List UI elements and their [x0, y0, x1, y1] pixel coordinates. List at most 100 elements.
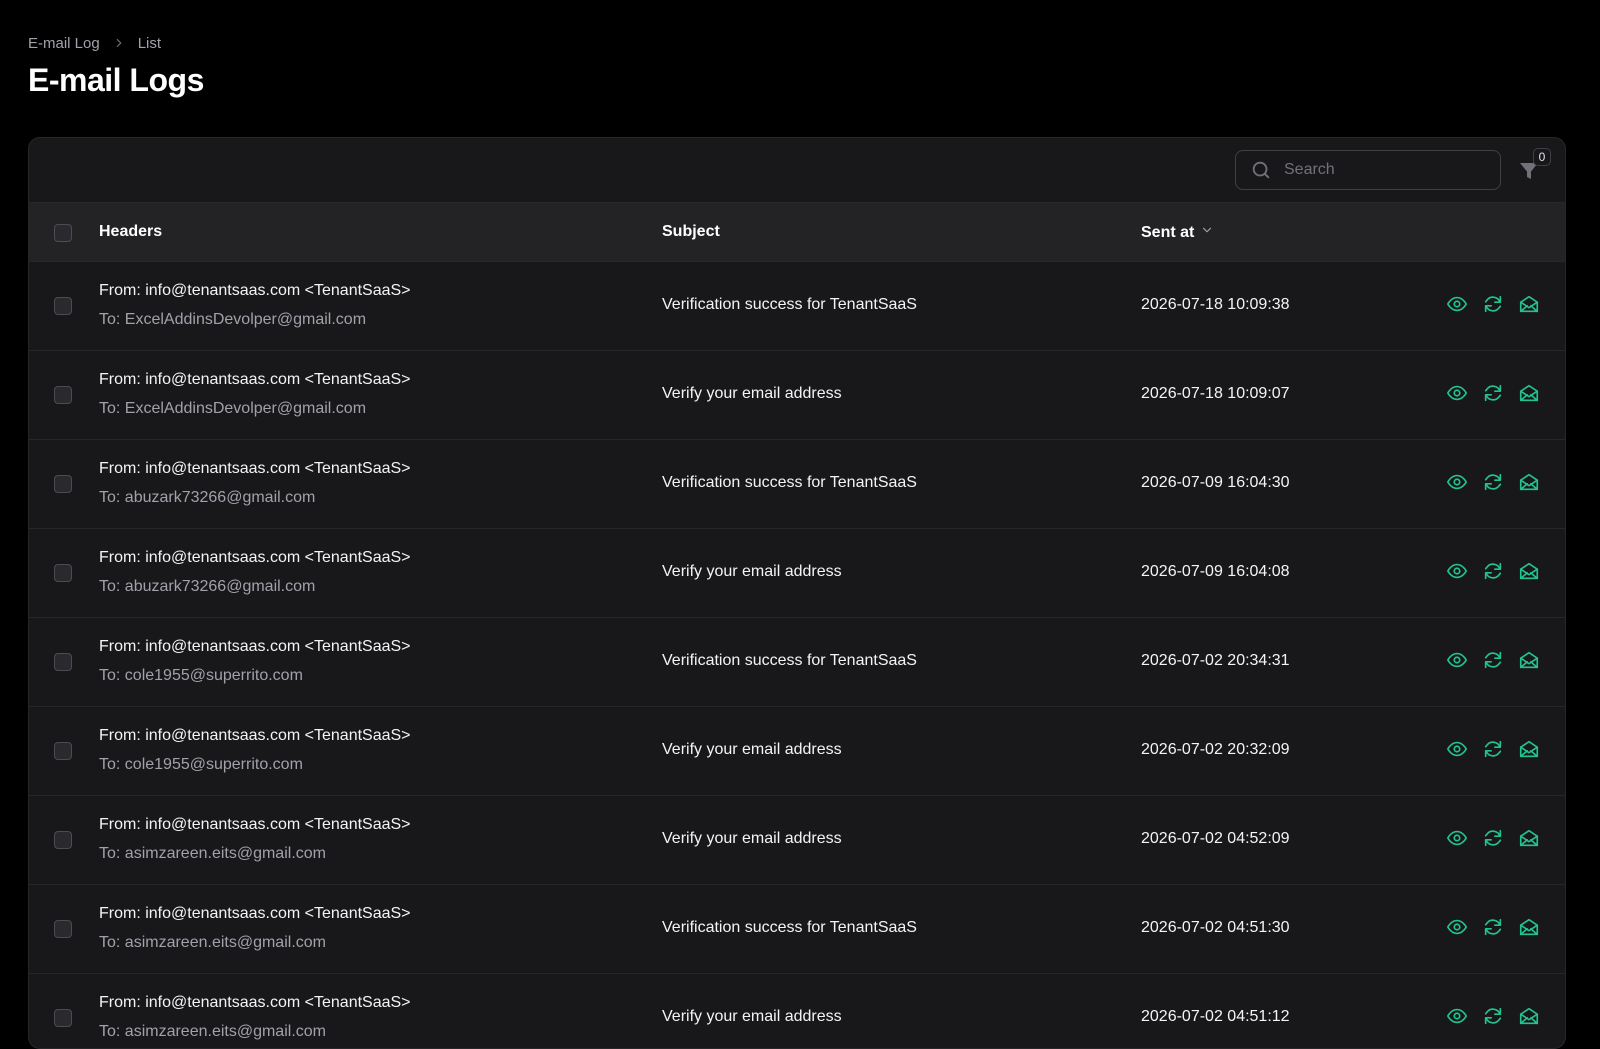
eye-icon — [1447, 563, 1467, 579]
breadcrumb-email-log-link[interactable]: E-mail Log — [28, 35, 100, 52]
table-row: From: info@tenantsaas.com <TenantSaaS> T… — [29, 796, 1565, 885]
view-button[interactable] — [1445, 915, 1469, 939]
table-row: From: info@tenantsaas.com <TenantSaaS> T… — [29, 351, 1565, 440]
resend-button[interactable] — [1481, 470, 1505, 494]
search-input[interactable] — [1282, 160, 1486, 180]
refresh-icon — [1484, 295, 1502, 313]
row-actions — [1445, 381, 1541, 405]
email-sent-at: 2026-07-09 16:04:08 — [1141, 563, 1290, 580]
refresh-icon — [1484, 1007, 1502, 1025]
page-title: E-mail Logs — [28, 62, 204, 98]
row-checkbox[interactable] — [54, 297, 72, 315]
email-sent-at: 2026-07-18 10:09:07 — [1141, 385, 1290, 402]
email-subject: Verification success for TenantSaaS — [662, 296, 917, 313]
email-from: From: info@tenantsaas.com <TenantSaaS> — [99, 282, 411, 299]
email-sent-at: 2026-07-02 20:34:31 — [1141, 652, 1290, 669]
row-checkbox[interactable] — [54, 475, 72, 493]
row-actions — [1445, 915, 1541, 939]
open-email-button[interactable] — [1517, 470, 1541, 494]
row-checkbox[interactable] — [54, 742, 72, 760]
select-all-checkbox[interactable] — [54, 224, 72, 242]
resend-button[interactable] — [1481, 648, 1505, 672]
column-header-headers: Headers — [99, 223, 163, 240]
email-to: To: ExcelAddinsDevolper@gmail.com — [99, 311, 367, 328]
email-sent-at: 2026-07-02 20:32:09 — [1141, 741, 1290, 758]
refresh-icon — [1484, 473, 1502, 491]
filter-button[interactable]: 0 — [1517, 148, 1551, 184]
email-to: To: asimzareen.eits@gmail.com — [99, 934, 326, 951]
search-icon — [1250, 159, 1272, 181]
chevron-right-icon — [110, 34, 128, 52]
envelope-open-icon — [1519, 473, 1539, 491]
row-actions — [1445, 292, 1541, 316]
view-button[interactable] — [1445, 559, 1469, 583]
envelope-open-icon — [1519, 295, 1539, 313]
open-email-button[interactable] — [1517, 915, 1541, 939]
table-row: From: info@tenantsaas.com <TenantSaaS> T… — [29, 974, 1565, 1048]
resend-button[interactable] — [1481, 915, 1505, 939]
email-from: From: info@tenantsaas.com <TenantSaaS> — [99, 816, 411, 833]
view-button[interactable] — [1445, 737, 1469, 761]
email-to: To: cole1955@superrito.com — [99, 667, 303, 684]
email-log-table-panel: 0 Headers Subject Sent at From: info@ten… — [28, 137, 1566, 1049]
table-row: From: info@tenantsaas.com <TenantSaaS> T… — [29, 885, 1565, 974]
open-email-button[interactable] — [1517, 648, 1541, 672]
column-header-sent-at[interactable]: Sent at — [1141, 223, 1214, 242]
view-button[interactable] — [1445, 292, 1469, 316]
email-subject: Verification success for TenantSaaS — [662, 652, 917, 669]
search-box[interactable] — [1235, 150, 1501, 190]
row-checkbox[interactable] — [54, 920, 72, 938]
eye-icon — [1447, 652, 1467, 668]
row-actions — [1445, 1004, 1541, 1028]
view-button[interactable] — [1445, 1004, 1469, 1028]
email-subject: Verify your email address — [662, 563, 842, 580]
table-row: From: info@tenantsaas.com <TenantSaaS> T… — [29, 440, 1565, 529]
eye-icon — [1447, 741, 1467, 757]
eye-icon — [1447, 1008, 1467, 1024]
table-body: From: info@tenantsaas.com <TenantSaaS> T… — [29, 262, 1565, 1048]
resend-button[interactable] — [1481, 559, 1505, 583]
open-email-button[interactable] — [1517, 559, 1541, 583]
refresh-icon — [1484, 651, 1502, 669]
eye-icon — [1447, 830, 1467, 846]
table-row: From: info@tenantsaas.com <TenantSaaS> T… — [29, 618, 1565, 707]
breadcrumb-current: List — [137, 34, 162, 52]
email-from: From: info@tenantsaas.com <TenantSaaS> — [99, 905, 411, 922]
row-checkbox[interactable] — [54, 1009, 72, 1027]
open-email-button[interactable] — [1517, 1004, 1541, 1028]
email-to: To: cole1955@superrito.com — [99, 756, 303, 773]
resend-button[interactable] — [1481, 826, 1505, 850]
envelope-open-icon — [1519, 1007, 1539, 1025]
email-to: To: ExcelAddinsDevolper@gmail.com — [99, 400, 367, 417]
view-button[interactable] — [1445, 470, 1469, 494]
row-checkbox[interactable] — [54, 564, 72, 582]
refresh-icon — [1484, 562, 1502, 580]
email-from: From: info@tenantsaas.com <TenantSaaS> — [99, 371, 411, 388]
email-subject: Verify your email address — [662, 385, 842, 402]
chevron-down-icon — [1200, 223, 1214, 242]
row-checkbox[interactable] — [54, 386, 72, 404]
resend-button[interactable] — [1481, 381, 1505, 405]
column-header-subject: Subject — [662, 223, 720, 240]
email-sent-at: 2026-07-09 16:04:30 — [1141, 474, 1290, 491]
row-checkbox[interactable] — [54, 653, 72, 671]
row-checkbox[interactable] — [54, 831, 72, 849]
resend-button[interactable] — [1481, 737, 1505, 761]
open-email-button[interactable] — [1517, 381, 1541, 405]
email-from: From: info@tenantsaas.com <TenantSaaS> — [99, 727, 411, 744]
email-to: To: asimzareen.eits@gmail.com — [99, 845, 326, 862]
view-button[interactable] — [1445, 826, 1469, 850]
view-button[interactable] — [1445, 648, 1469, 672]
resend-button[interactable] — [1481, 1004, 1505, 1028]
resend-button[interactable] — [1481, 292, 1505, 316]
email-from: From: info@tenantsaas.com <TenantSaaS> — [99, 549, 411, 566]
open-email-button[interactable] — [1517, 292, 1541, 316]
view-button[interactable] — [1445, 381, 1469, 405]
envelope-open-icon — [1519, 829, 1539, 847]
email-from: From: info@tenantsaas.com <TenantSaaS> — [99, 638, 411, 655]
table-header: Headers Subject Sent at — [29, 203, 1565, 262]
email-sent-at: 2026-07-02 04:51:30 — [1141, 919, 1290, 936]
email-sent-at: 2026-07-02 04:51:12 — [1141, 1008, 1290, 1025]
open-email-button[interactable] — [1517, 826, 1541, 850]
open-email-button[interactable] — [1517, 737, 1541, 761]
